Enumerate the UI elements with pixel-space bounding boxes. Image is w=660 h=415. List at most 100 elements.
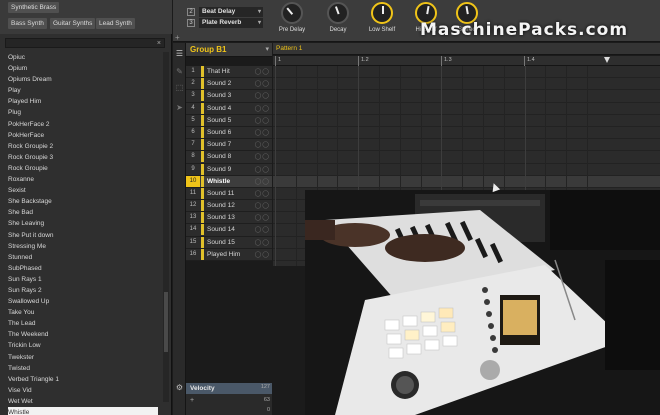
mute-solo-icon[interactable]: ◯◯ — [255, 190, 270, 197]
grid-row[interactable] — [273, 127, 660, 140]
browser-search-field[interactable]: × — [5, 38, 165, 48]
grid-row[interactable] — [273, 151, 660, 164]
playhead-marker[interactable] — [604, 57, 610, 63]
scrollbar-thumb[interactable] — [164, 292, 168, 352]
mute-solo-icon[interactable]: ◯◯ — [255, 239, 270, 246]
chevron-down-icon[interactable]: ▾ — [265, 43, 269, 57]
tag-synthetic-brass[interactable]: Synthetic Brass — [8, 2, 60, 13]
mute-solo-icon[interactable]: ◯◯ — [255, 92, 270, 99]
preset-item[interactable]: She Put it down — [8, 230, 158, 241]
sound-slot[interactable]: 4 Sound 4 ◯◯ — [186, 102, 272, 115]
preset-item[interactable]: Played Him — [8, 96, 158, 107]
timeline-ruler[interactable]: 1 1.2 1.3 1.4 — [273, 56, 660, 66]
grid-row[interactable] — [273, 103, 660, 115]
mute-solo-icon[interactable]: ◯◯ — [255, 141, 270, 148]
preset-item[interactable]: Sun Rays 1 — [8, 274, 158, 285]
preset-item[interactable]: Whistle — [8, 407, 158, 415]
mute-solo-icon[interactable]: ◯◯ — [255, 117, 270, 124]
preset-item[interactable]: Vise Vid — [8, 385, 158, 396]
preset-item[interactable]: She Backstage — [8, 196, 158, 207]
knob-dial[interactable] — [371, 2, 393, 24]
fx-slot[interactable]: 3 Plate Reverb ▾ — [187, 18, 271, 28]
velocity-label[interactable]: Velocity — [186, 383, 272, 394]
mute-solo-icon[interactable]: ◯◯ — [255, 178, 270, 185]
sound-slot[interactable]: 12 Sound 12 ◯◯ — [186, 200, 272, 213]
preset-item[interactable]: Verbed Triangle 1 — [8, 374, 158, 385]
preset-item[interactable]: Plug — [8, 107, 158, 118]
preset-item[interactable]: The Lead — [8, 318, 158, 329]
preset-item[interactable]: Opiuc — [8, 52, 158, 63]
mute-solo-icon[interactable]: ◯◯ — [255, 80, 270, 87]
grid-row[interactable] — [273, 164, 660, 176]
add-fx-icon[interactable]: + — [175, 33, 180, 42]
fx-slot-name[interactable]: Plate Reverb ▾ — [199, 18, 263, 28]
pattern-name[interactable]: Pattern 1 — [276, 43, 302, 55]
knob-low-shelf[interactable]: Low Shelf — [368, 2, 396, 33]
preset-item[interactable]: SubPhased — [8, 263, 158, 274]
sound-slot[interactable]: 2 Sound 2 ◯◯ — [186, 78, 272, 91]
sound-slot[interactable]: 6 Sound 6 ◯◯ — [186, 126, 272, 140]
knob-decay[interactable]: Decay — [324, 2, 352, 33]
preset-item[interactable]: Rock Groupie — [8, 163, 158, 174]
preset-item[interactable]: Stressing Me — [8, 241, 158, 252]
knob-pre-delay[interactable]: Pre Delay — [278, 2, 306, 33]
sound-slot[interactable]: 7 Sound 7 ◯◯ — [186, 139, 272, 152]
tag-guitar-synths[interactable]: Guitar Synths — [50, 18, 96, 29]
chevron-down-icon[interactable]: ▾ — [258, 7, 261, 17]
grid-row[interactable] — [273, 66, 660, 79]
sound-slot[interactable]: 10 Whistle ◯◯ — [186, 175, 272, 188]
mute-solo-icon[interactable]: ◯◯ — [255, 129, 270, 136]
knob-dial[interactable] — [327, 2, 349, 24]
preset-item[interactable]: Stunned — [8, 252, 158, 263]
sound-slot[interactable]: 8 Sound 8 ◯◯ — [186, 151, 272, 164]
mute-solo-icon[interactable]: ◯◯ — [255, 214, 270, 221]
preset-item[interactable]: Rock Groupie 3 — [8, 152, 158, 163]
fx-slot[interactable]: 2 Beat Delay ▾ — [187, 7, 271, 17]
sound-slot[interactable]: 15 Sound 15 ◯◯ — [186, 236, 272, 249]
add-icon[interactable]: + — [190, 397, 194, 404]
select-icon[interactable]: ⬚ — [175, 83, 184, 92]
fx-slot-name[interactable]: Beat Delay ▾ — [199, 7, 263, 17]
mute-solo-icon[interactable]: ◯◯ — [255, 153, 270, 160]
sound-slot[interactable]: 11 Sound 11 ◯◯ — [186, 187, 272, 201]
preset-item[interactable]: The Weekend — [8, 329, 158, 340]
preset-item[interactable]: Opiums Dream — [8, 74, 158, 85]
preset-item[interactable]: Twekster — [8, 352, 158, 363]
knob-dial[interactable] — [281, 2, 303, 24]
preset-item[interactable]: Sun Rays 2 — [8, 285, 158, 296]
chevron-down-icon[interactable]: ▾ — [258, 18, 261, 28]
sound-slot[interactable]: 14 Sound 14 ◯◯ — [186, 224, 272, 237]
mute-solo-icon[interactable]: ◯◯ — [255, 68, 270, 75]
grid-row[interactable] — [273, 139, 660, 152]
preset-item[interactable]: She Leaving — [8, 218, 158, 229]
clear-search-icon[interactable]: × — [157, 39, 161, 48]
preset-item[interactable]: Wet Wet — [8, 396, 158, 407]
preset-list-scrollbar[interactable] — [163, 52, 169, 402]
preset-item[interactable]: Trickin Low — [8, 340, 158, 351]
preset-item[interactable]: Roxanne — [8, 174, 158, 185]
tag-lead-synth[interactable]: Lead Synth — [96, 18, 135, 29]
group-header[interactable]: Group B1 ▾ — [186, 43, 272, 57]
preset-item[interactable]: Take You — [8, 307, 158, 318]
preset-item[interactable]: PokHerFace — [8, 130, 158, 141]
preset-item[interactable]: PokHerFace 2 — [8, 119, 158, 130]
tag-bass-synth[interactable]: Bass Synth — [8, 18, 47, 29]
preset-item[interactable]: Play — [8, 85, 158, 96]
preset-item[interactable]: Twisted — [8, 363, 158, 374]
sound-slot[interactable]: 9 Sound 9 ◯◯ — [186, 163, 272, 176]
list-view-icon[interactable]: ☰ — [175, 49, 184, 58]
sound-slot[interactable]: 16 Played Him ◯◯ — [186, 248, 272, 261]
pencil-icon[interactable]: ✎ — [175, 67, 184, 76]
preset-item[interactable]: Rock Groupie 2 — [8, 141, 158, 152]
mute-solo-icon[interactable]: ◯◯ — [255, 226, 270, 233]
grid-row[interactable] — [273, 175, 660, 188]
preset-item[interactable]: Opium — [8, 63, 158, 74]
sound-slot[interactable]: 5 Sound 5 ◯◯ — [186, 114, 272, 127]
sound-slot[interactable]: 3 Sound 3 ◯◯ — [186, 90, 272, 103]
grid-row[interactable] — [273, 115, 660, 127]
mute-solo-icon[interactable]: ◯◯ — [255, 166, 270, 173]
preset-item[interactable]: She Bad — [8, 207, 158, 218]
settings-icon[interactable]: ⚙ — [175, 383, 184, 392]
preset-item[interactable]: Sexist — [8, 185, 158, 196]
mute-solo-icon[interactable]: ◯◯ — [255, 105, 270, 112]
